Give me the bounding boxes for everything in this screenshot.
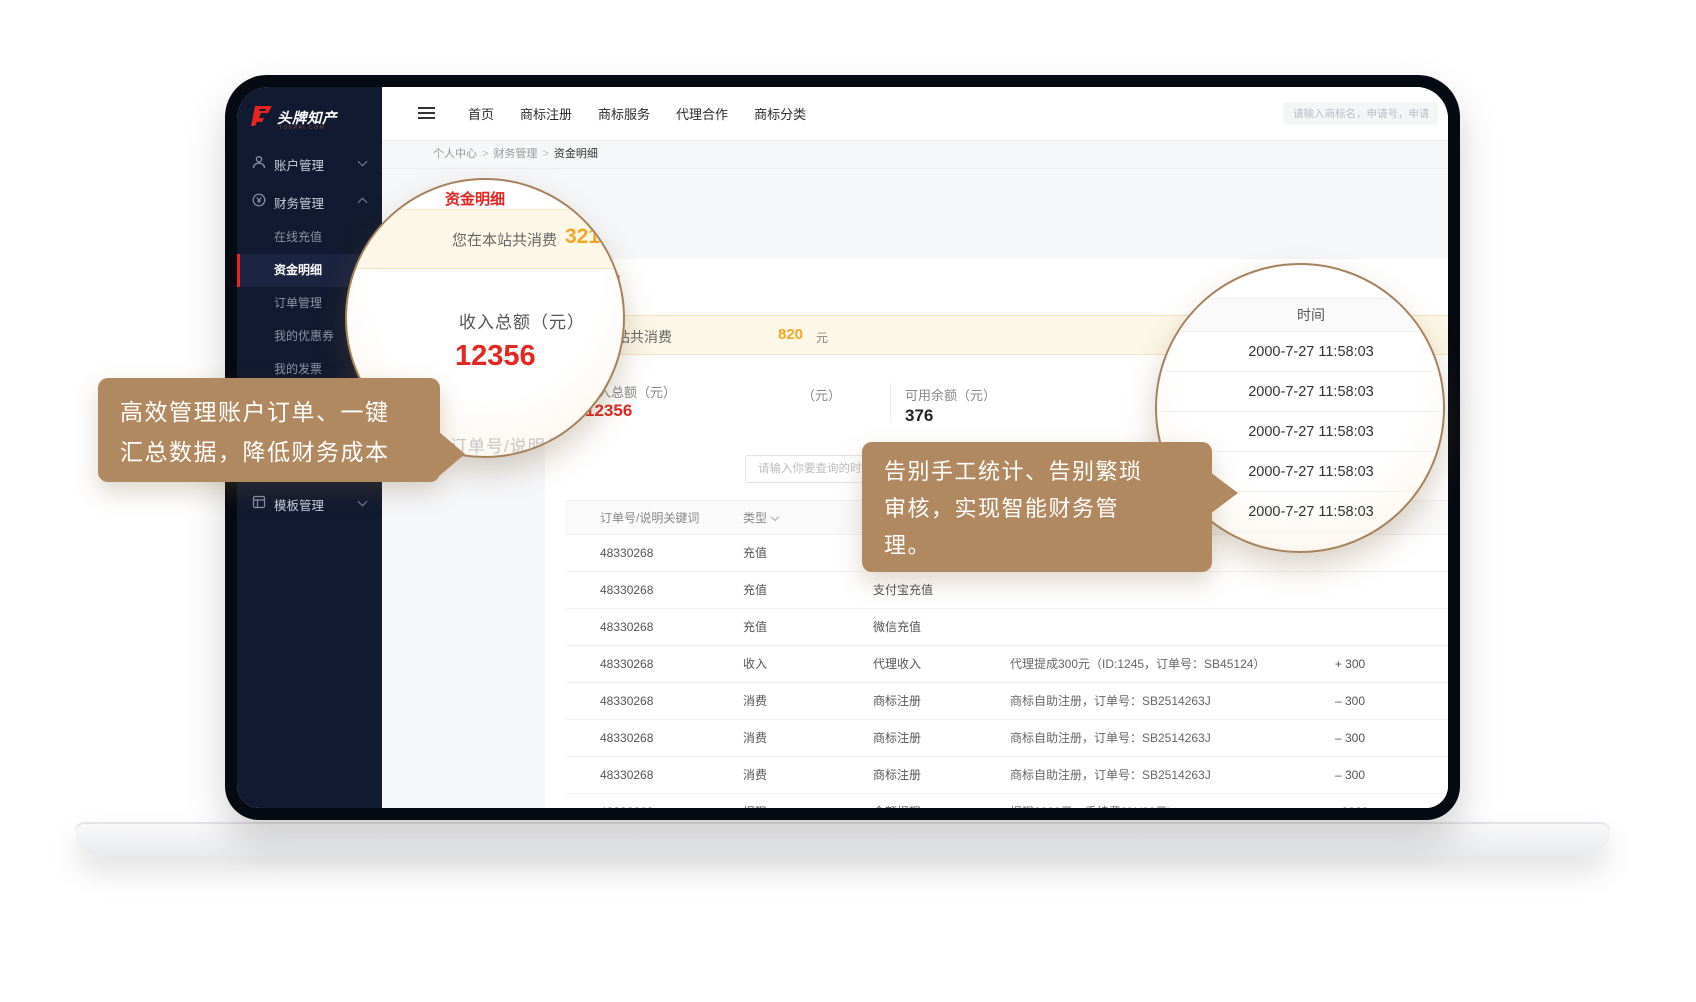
table-row[interactable]: 48330268 消费 商标注册 商标自助注册，订单号：SB2514263J –…: [565, 720, 1448, 757]
banner-unit: 元: [816, 329, 828, 346]
global-search-input[interactable]: [1283, 102, 1438, 125]
chevron-down-icon: [358, 157, 368, 167]
col-header-type[interactable]: 类型: [743, 501, 778, 535]
nav-item-agent-cooperation[interactable]: 代理合作: [676, 104, 728, 123]
finance-icon: [252, 193, 266, 207]
nav-item-trademark-register[interactable]: 商标注册: [520, 104, 572, 123]
stat-divider: [890, 383, 891, 421]
magnified-tab-label: 资金明细: [445, 188, 505, 209]
stat-expense-partial-label: （元）: [802, 385, 841, 404]
table-row[interactable]: 48330268 充值 支付宝充值 2000-7-27 11:58:03: [565, 572, 1448, 609]
user-icon: [252, 155, 266, 169]
breadcrumb-separator: >: [542, 148, 548, 160]
magnified-income-label: 收入总额（元）: [459, 308, 585, 333]
callout-text: 告别手工统计、告别繁琐: [884, 454, 1143, 486]
topbar: 首页 商标注册 商标服务 代理合作 商标分类: [382, 87, 1448, 141]
sidebar-item-label: 模板管理: [274, 495, 324, 514]
magnified-time-header: 时间: [1157, 298, 1445, 332]
callout-text: 审核，实现智能财务管: [884, 491, 1119, 523]
magnified-income-value: 12356: [455, 340, 536, 373]
breadcrumb-current: 资金明细: [554, 148, 598, 160]
magnified-time-row: 2000-7-27 11:58:03: [1157, 332, 1445, 372]
sort-caret-icon: [771, 513, 779, 521]
table-row[interactable]: 48330268 消费 商标注册 商标自助注册，订单号：SB2514263J –…: [565, 683, 1448, 720]
nav-item-trademark-category[interactable]: 商标分类: [754, 104, 806, 123]
callout-bubble-left: 高效管理账户订单、一键 汇总数据，降低财务成本: [98, 378, 440, 482]
banner-amount: 820: [778, 326, 803, 343]
callout-text: 理。: [884, 528, 931, 560]
callout-text: 汇总数据，降低财务成本: [120, 433, 390, 467]
magnified-time-row: 2000-7-27 11:58:03: [1157, 372, 1445, 412]
chevron-down-icon: [358, 497, 368, 507]
breadcrumb: 个人中心 > 财务管理 > 资金明细: [382, 140, 1448, 169]
nav-item-trademark-service[interactable]: 商标服务: [598, 104, 650, 123]
sidebar-item-label: 财务管理: [274, 193, 324, 212]
stage: 头牌知产 TOUPAI.COM 账户管理 财务管理 在线充值: [0, 0, 1696, 1002]
brand-logo-icon: [251, 106, 272, 126]
table-row[interactable]: 48330268 消费 商标注册 商标自助注册，订单号：SB2514263J –…: [565, 757, 1448, 794]
sidebar-item-templates[interactable]: 模板管理: [237, 486, 382, 520]
table-row[interactable]: 48330268 提现 余额提现 提现3000元，手续费2%(60元) – 30…: [565, 794, 1448, 808]
callout-text: 高效管理账户订单、一键: [120, 393, 390, 427]
breadcrumb-item[interactable]: 财务管理: [493, 148, 537, 160]
table-row[interactable]: 48330268 收入 代理收入 代理提成300元（ID:1245，订单号：SB…: [565, 646, 1448, 683]
magnified-banner: 您在本站共消费 32124 元: [347, 209, 625, 269]
chevron-up-icon: [358, 198, 368, 208]
topnav: 首页 商标注册 商标服务 代理合作 商标分类: [468, 87, 806, 140]
brand-tagline: TOUPAI.COM: [279, 125, 325, 131]
sidebar-item-account[interactable]: 账户管理: [237, 146, 382, 180]
stat-balance: 可用余额（元） 376: [905, 385, 996, 426]
nav-item-home[interactable]: 首页: [468, 104, 494, 123]
table-row[interactable]: 48330268 充值 微信充值 2000-7-27 11:58:03: [565, 609, 1448, 646]
breadcrumb-item[interactable]: 个人中心: [433, 148, 477, 160]
magnified-table-header: 订单号/说明关键: [450, 432, 582, 457]
laptop-base: [75, 822, 1610, 856]
hamburger-menu-icon[interactable]: [418, 107, 435, 120]
callout-bubble-right: 告别手工统计、告别繁琐 审核，实现智能财务管 理。: [862, 442, 1212, 572]
brand-logo[interactable]: 头牌知产 TOUPAI.COM: [251, 105, 371, 131]
col-header-order: 订单号/说明关键词: [600, 501, 699, 535]
sidebar-item-label: 账户管理: [274, 155, 324, 174]
template-icon: [252, 495, 266, 509]
breadcrumb-separator: >: [482, 148, 488, 160]
